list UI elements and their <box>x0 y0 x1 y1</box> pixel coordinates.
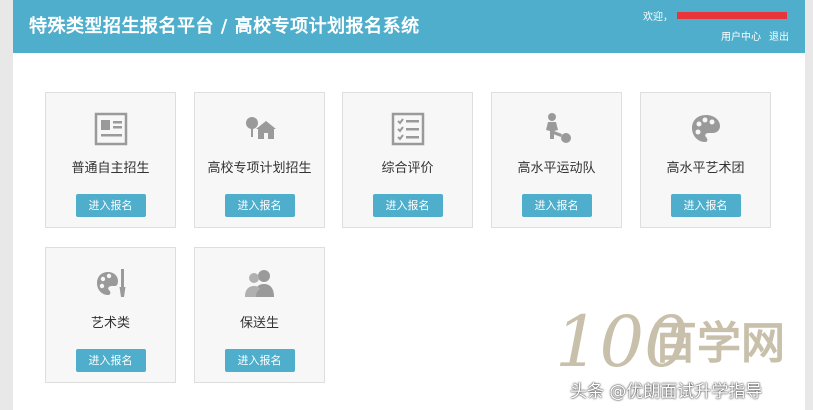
header-bar: 特殊类型招生报名平台 / 高校专项计划报名系统 欢迎， 用户中心 退出 <box>13 0 805 53</box>
enroll-button[interactable]: 进入报名 <box>224 349 295 372</box>
enroll-button[interactable]: 进入报名 <box>75 349 146 372</box>
enroll-button[interactable]: 进入报名 <box>372 194 443 217</box>
welcome-text: 欢迎， <box>643 8 787 23</box>
page-title: 特殊类型招生报名平台 / 高校专项计划报名系统 <box>29 16 420 37</box>
welcome-label: 欢迎， <box>643 12 673 23</box>
card-label: 普通自主招生 <box>71 161 150 176</box>
card-label: 综合评价 <box>381 161 434 176</box>
page: 特殊类型招生报名平台 / 高校专项计划报名系统 欢迎， 用户中心 退出 普通自主… <box>0 0 813 410</box>
enroll-button[interactable]: 进入报名 <box>224 194 295 217</box>
card-comprehensive-evaluation: 综合评价 进入报名 <box>342 92 473 228</box>
card-sports-team: 高水平运动队 进入报名 <box>491 92 622 228</box>
card-arts-category: 艺术类 进入报名 <box>45 247 176 383</box>
soccer-player-icon <box>539 111 575 147</box>
enroll-button[interactable]: 进入报名 <box>521 194 592 217</box>
palette-brush-icon <box>93 266 129 302</box>
card-label: 高水平艺术团 <box>666 161 745 176</box>
profile-card-icon <box>93 111 129 147</box>
users-icon <box>242 266 278 302</box>
card-art-troupe: 高水平艺术团 进入报名 <box>640 92 771 228</box>
watermark-logo-text: 百学网 <box>653 318 785 369</box>
logout-link[interactable]: 退出 <box>769 32 789 43</box>
card-label: 艺术类 <box>90 316 130 331</box>
card-label: 高校专项计划招生 <box>207 161 312 176</box>
checklist-icon <box>390 111 426 147</box>
enroll-button[interactable]: 进入报名 <box>670 194 741 217</box>
card-label: 保送生 <box>239 316 279 331</box>
house-tree-icon <box>242 111 278 147</box>
palette-icon <box>688 111 724 147</box>
card-recommended-admission: 保送生 进入报名 <box>194 247 325 383</box>
card-label: 高水平运动队 <box>517 161 596 176</box>
redacted-username <box>677 12 787 19</box>
card-general-admission: 普通自主招生 进入报名 <box>45 92 176 228</box>
watermark-caption: 头条 @优朗面试升学指导 <box>570 382 763 402</box>
user-links: 用户中心 退出 <box>721 28 789 43</box>
user-center-link[interactable]: 用户中心 <box>721 32 761 43</box>
card-special-plan: 高校专项计划招生 进入报名 <box>194 92 325 228</box>
enroll-button[interactable]: 进入报名 <box>75 194 146 217</box>
watermark-logo: 100 百学网 <box>555 301 785 380</box>
